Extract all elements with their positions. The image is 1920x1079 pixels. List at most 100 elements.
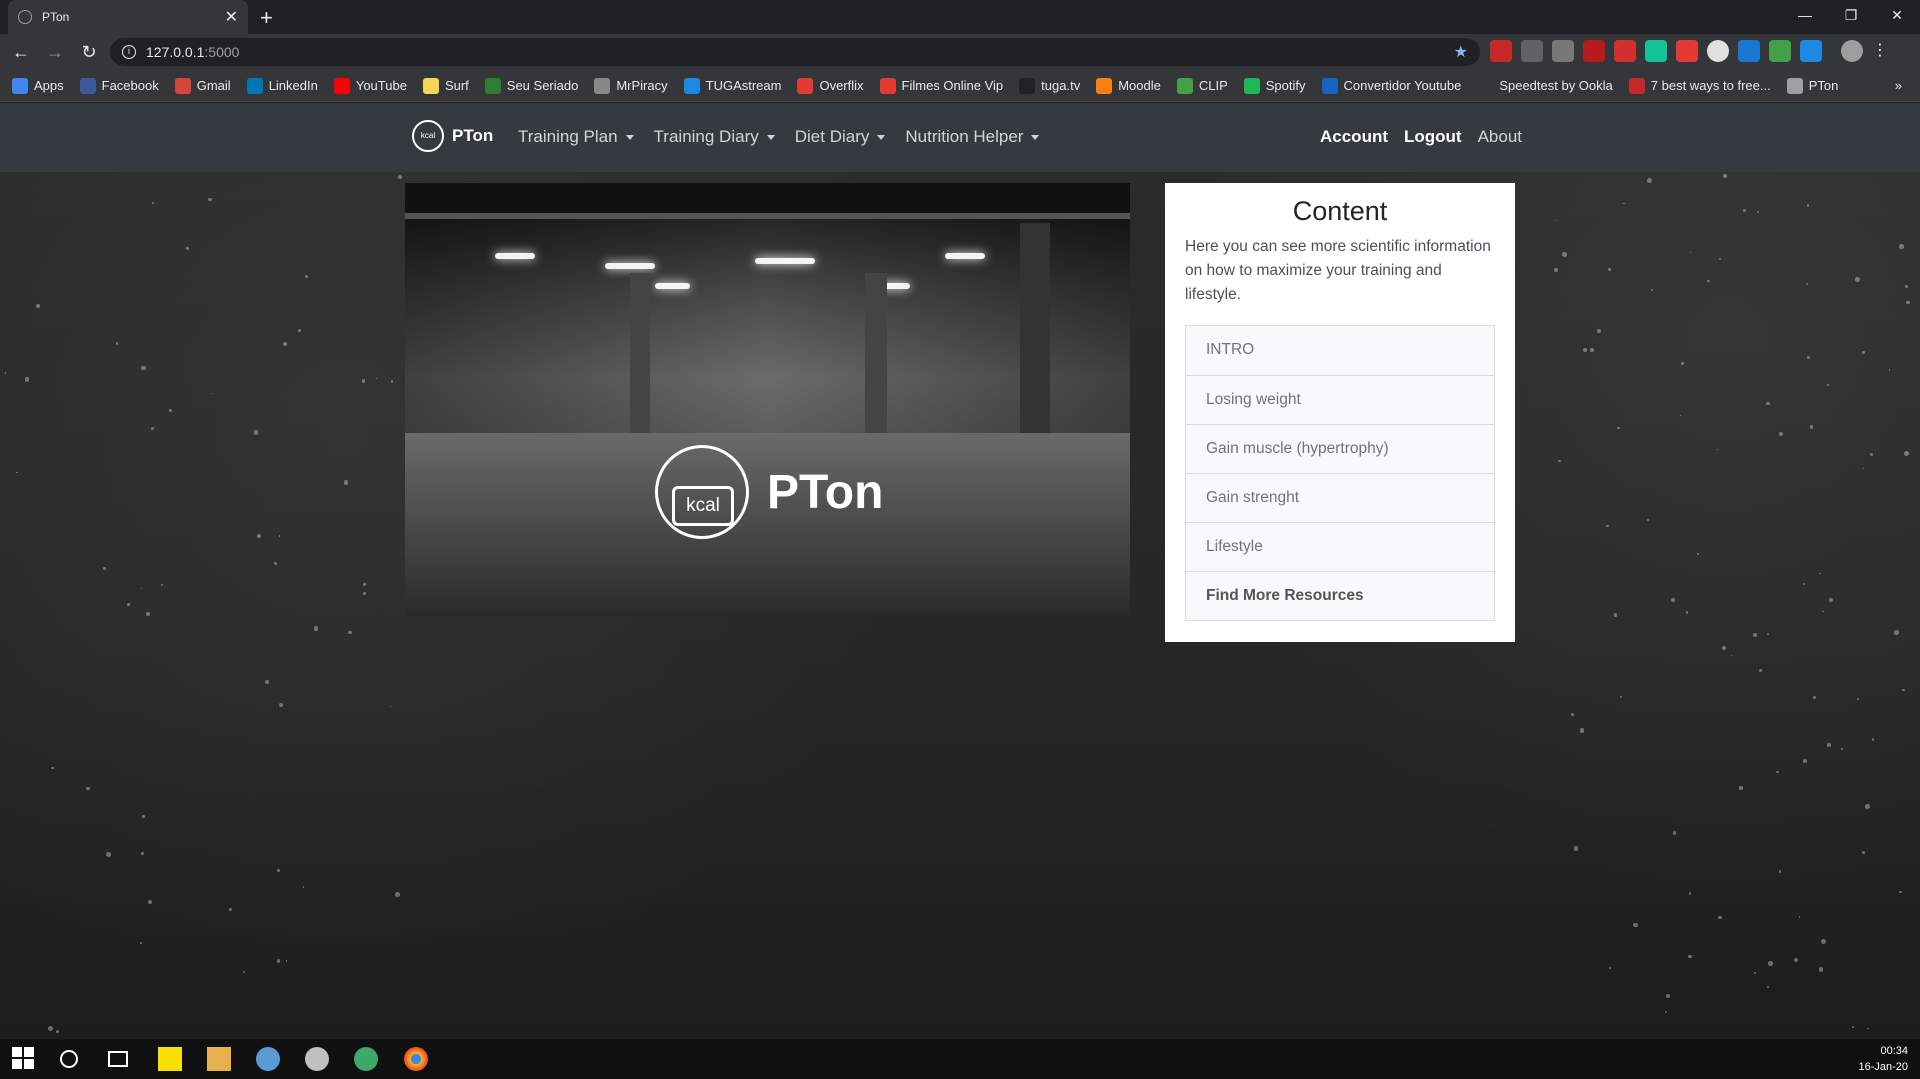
logout-link[interactable]: Logout — [1404, 127, 1462, 147]
bookmark-item[interactable]: Moodle — [1096, 78, 1161, 94]
bookmark-item[interactable]: Apps — [12, 78, 64, 94]
background-speck — [1870, 453, 1873, 456]
menu-dots-icon[interactable]: ⋮ — [1872, 40, 1882, 62]
forward-arrow-icon[interactable]: → — [42, 42, 68, 63]
background-speck — [152, 202, 154, 204]
menu-training-diary[interactable]: Training Diary — [654, 127, 775, 147]
background-speck — [142, 815, 145, 818]
menu-training-plan[interactable]: Training Plan — [518, 127, 634, 147]
list-item-gain-muscle[interactable]: Gain muscle (hypertrophy) — [1186, 424, 1494, 473]
about-link[interactable]: About — [1478, 127, 1522, 147]
close-window-button[interactable]: ✕ — [1874, 4, 1920, 26]
sticky-notes-icon[interactable] — [158, 1047, 182, 1071]
extension-icon[interactable] — [1707, 40, 1729, 62]
bookmark-item[interactable]: Surf — [423, 78, 469, 94]
extension-icon[interactable] — [1676, 40, 1698, 62]
background-speck — [363, 592, 366, 595]
background-speck — [161, 584, 163, 586]
app-icon[interactable] — [305, 1047, 329, 1071]
adblock-extension-icon[interactable] — [1490, 40, 1512, 62]
windows-start-icon[interactable] — [12, 1047, 36, 1071]
extension-icon[interactable] — [1552, 40, 1574, 62]
background-speck — [56, 1030, 59, 1033]
bookmark-item[interactable]: Convertidor Youtube — [1322, 78, 1462, 94]
bookmarks-overflow-button[interactable]: » — [1895, 78, 1902, 93]
background-speck — [1651, 289, 1653, 291]
bookmark-item[interactable]: Gmail — [175, 78, 231, 94]
background-speck — [1810, 425, 1814, 429]
bookmark-item[interactable]: Facebook — [80, 78, 159, 94]
bookmark-item[interactable]: PTon — [1787, 78, 1839, 94]
site-navbar: kcal PTon Training Plan Training Diary D… — [0, 103, 1920, 172]
reload-icon[interactable]: ↻ — [76, 42, 102, 63]
bookmark-item[interactable]: CLIP — [1177, 78, 1228, 94]
app-icon[interactable] — [256, 1047, 280, 1071]
info-icon[interactable]: i — [122, 45, 136, 59]
bookmark-item[interactable]: TUGAstream — [684, 78, 782, 94]
account-link[interactable]: Account — [1320, 127, 1388, 147]
new-tab-button[interactable]: + — [260, 5, 273, 31]
background-speck — [1743, 209, 1746, 212]
globe-icon — [18, 10, 32, 24]
extension-icon[interactable] — [1614, 40, 1636, 62]
bookmark-item[interactable]: Spotify — [1244, 78, 1306, 94]
shield-extension-icon[interactable] — [1769, 40, 1791, 62]
bookmark-favicon-icon — [1096, 78, 1112, 94]
bookmark-item[interactable]: Seu Seriado — [485, 78, 579, 94]
background-speck — [390, 706, 391, 707]
tab-close-button[interactable]: ✕ — [225, 7, 238, 27]
extension-icon[interactable] — [1738, 40, 1760, 62]
grammarly-extension-icon[interactable] — [1645, 40, 1667, 62]
background-speck — [1562, 252, 1567, 257]
bookmark-item[interactable]: YouTube — [334, 78, 407, 94]
bookmark-label: Speedtest by Ookla — [1499, 78, 1612, 93]
app-icon[interactable] — [354, 1047, 378, 1071]
background-speck — [1671, 598, 1675, 602]
restore-button[interactable]: ❐ — [1828, 4, 1874, 26]
pdf-extension-icon[interactable] — [1583, 40, 1605, 62]
find-more-resources-link[interactable]: Find More Resources — [1186, 571, 1494, 620]
list-item-gain-strength[interactable]: Gain strenght — [1186, 473, 1494, 522]
bookmark-item[interactable]: Overflix — [797, 78, 863, 94]
list-item-lifestyle[interactable]: Lifestyle — [1186, 522, 1494, 571]
account-nav: Account Logout About — [1320, 127, 1522, 147]
bookmark-item[interactable]: Filmes Online Vip — [880, 78, 1004, 94]
bookmark-item[interactable]: Speedtest by Ookla — [1477, 78, 1612, 94]
background-speck — [1666, 994, 1670, 998]
bookmark-item[interactable]: MrPiracy — [594, 78, 667, 94]
list-item-losing-weight[interactable]: Losing weight — [1186, 375, 1494, 424]
background-speck — [283, 342, 287, 346]
background-speck — [1894, 630, 1898, 634]
background-speck — [103, 567, 106, 570]
bookmark-item[interactable]: LinkedIn — [247, 78, 318, 94]
extension-icon[interactable] — [1521, 40, 1543, 62]
shield-extension-icon[interactable] — [1800, 40, 1822, 62]
file-explorer-icon[interactable] — [207, 1047, 231, 1071]
menu-nutrition-helper[interactable]: Nutrition Helper — [905, 127, 1039, 147]
search-icon[interactable] — [60, 1050, 78, 1068]
background-speck — [1681, 362, 1684, 365]
background-speck — [1803, 759, 1808, 764]
browser-toolbar: ← → ↻ i 127.0.0.1:5000 ★ ⋮ — [0, 34, 1920, 70]
caret-down-icon — [877, 135, 885, 140]
bookmark-item[interactable]: tuga.tv — [1019, 78, 1080, 94]
bookmark-star-icon[interactable]: ★ — [1454, 42, 1468, 62]
browser-tab[interactable]: PTon ✕ — [8, 0, 248, 34]
list-item-intro[interactable]: INTRO — [1186, 326, 1494, 375]
background-speck — [25, 377, 29, 381]
task-view-icon[interactable] — [108, 1051, 128, 1067]
address-bar[interactable]: i 127.0.0.1:5000 ★ — [110, 38, 1480, 66]
menu-diet-diary[interactable]: Diet Diary — [795, 127, 886, 147]
chrome-icon[interactable] — [404, 1047, 428, 1071]
background-speck — [1767, 986, 1769, 988]
background-speck — [1899, 244, 1904, 249]
minimize-button[interactable]: — — [1782, 4, 1828, 26]
site-brand[interactable]: kcal PTon — [412, 120, 493, 152]
tab-title: PTon — [42, 10, 225, 24]
background-speck — [376, 378, 377, 379]
background-speck — [1686, 611, 1688, 613]
bookmark-item[interactable]: 7 best ways to free... — [1629, 78, 1771, 94]
background-speck — [1867, 1028, 1868, 1029]
back-arrow-icon[interactable]: ← — [8, 42, 34, 63]
profile-avatar[interactable] — [1841, 40, 1863, 62]
